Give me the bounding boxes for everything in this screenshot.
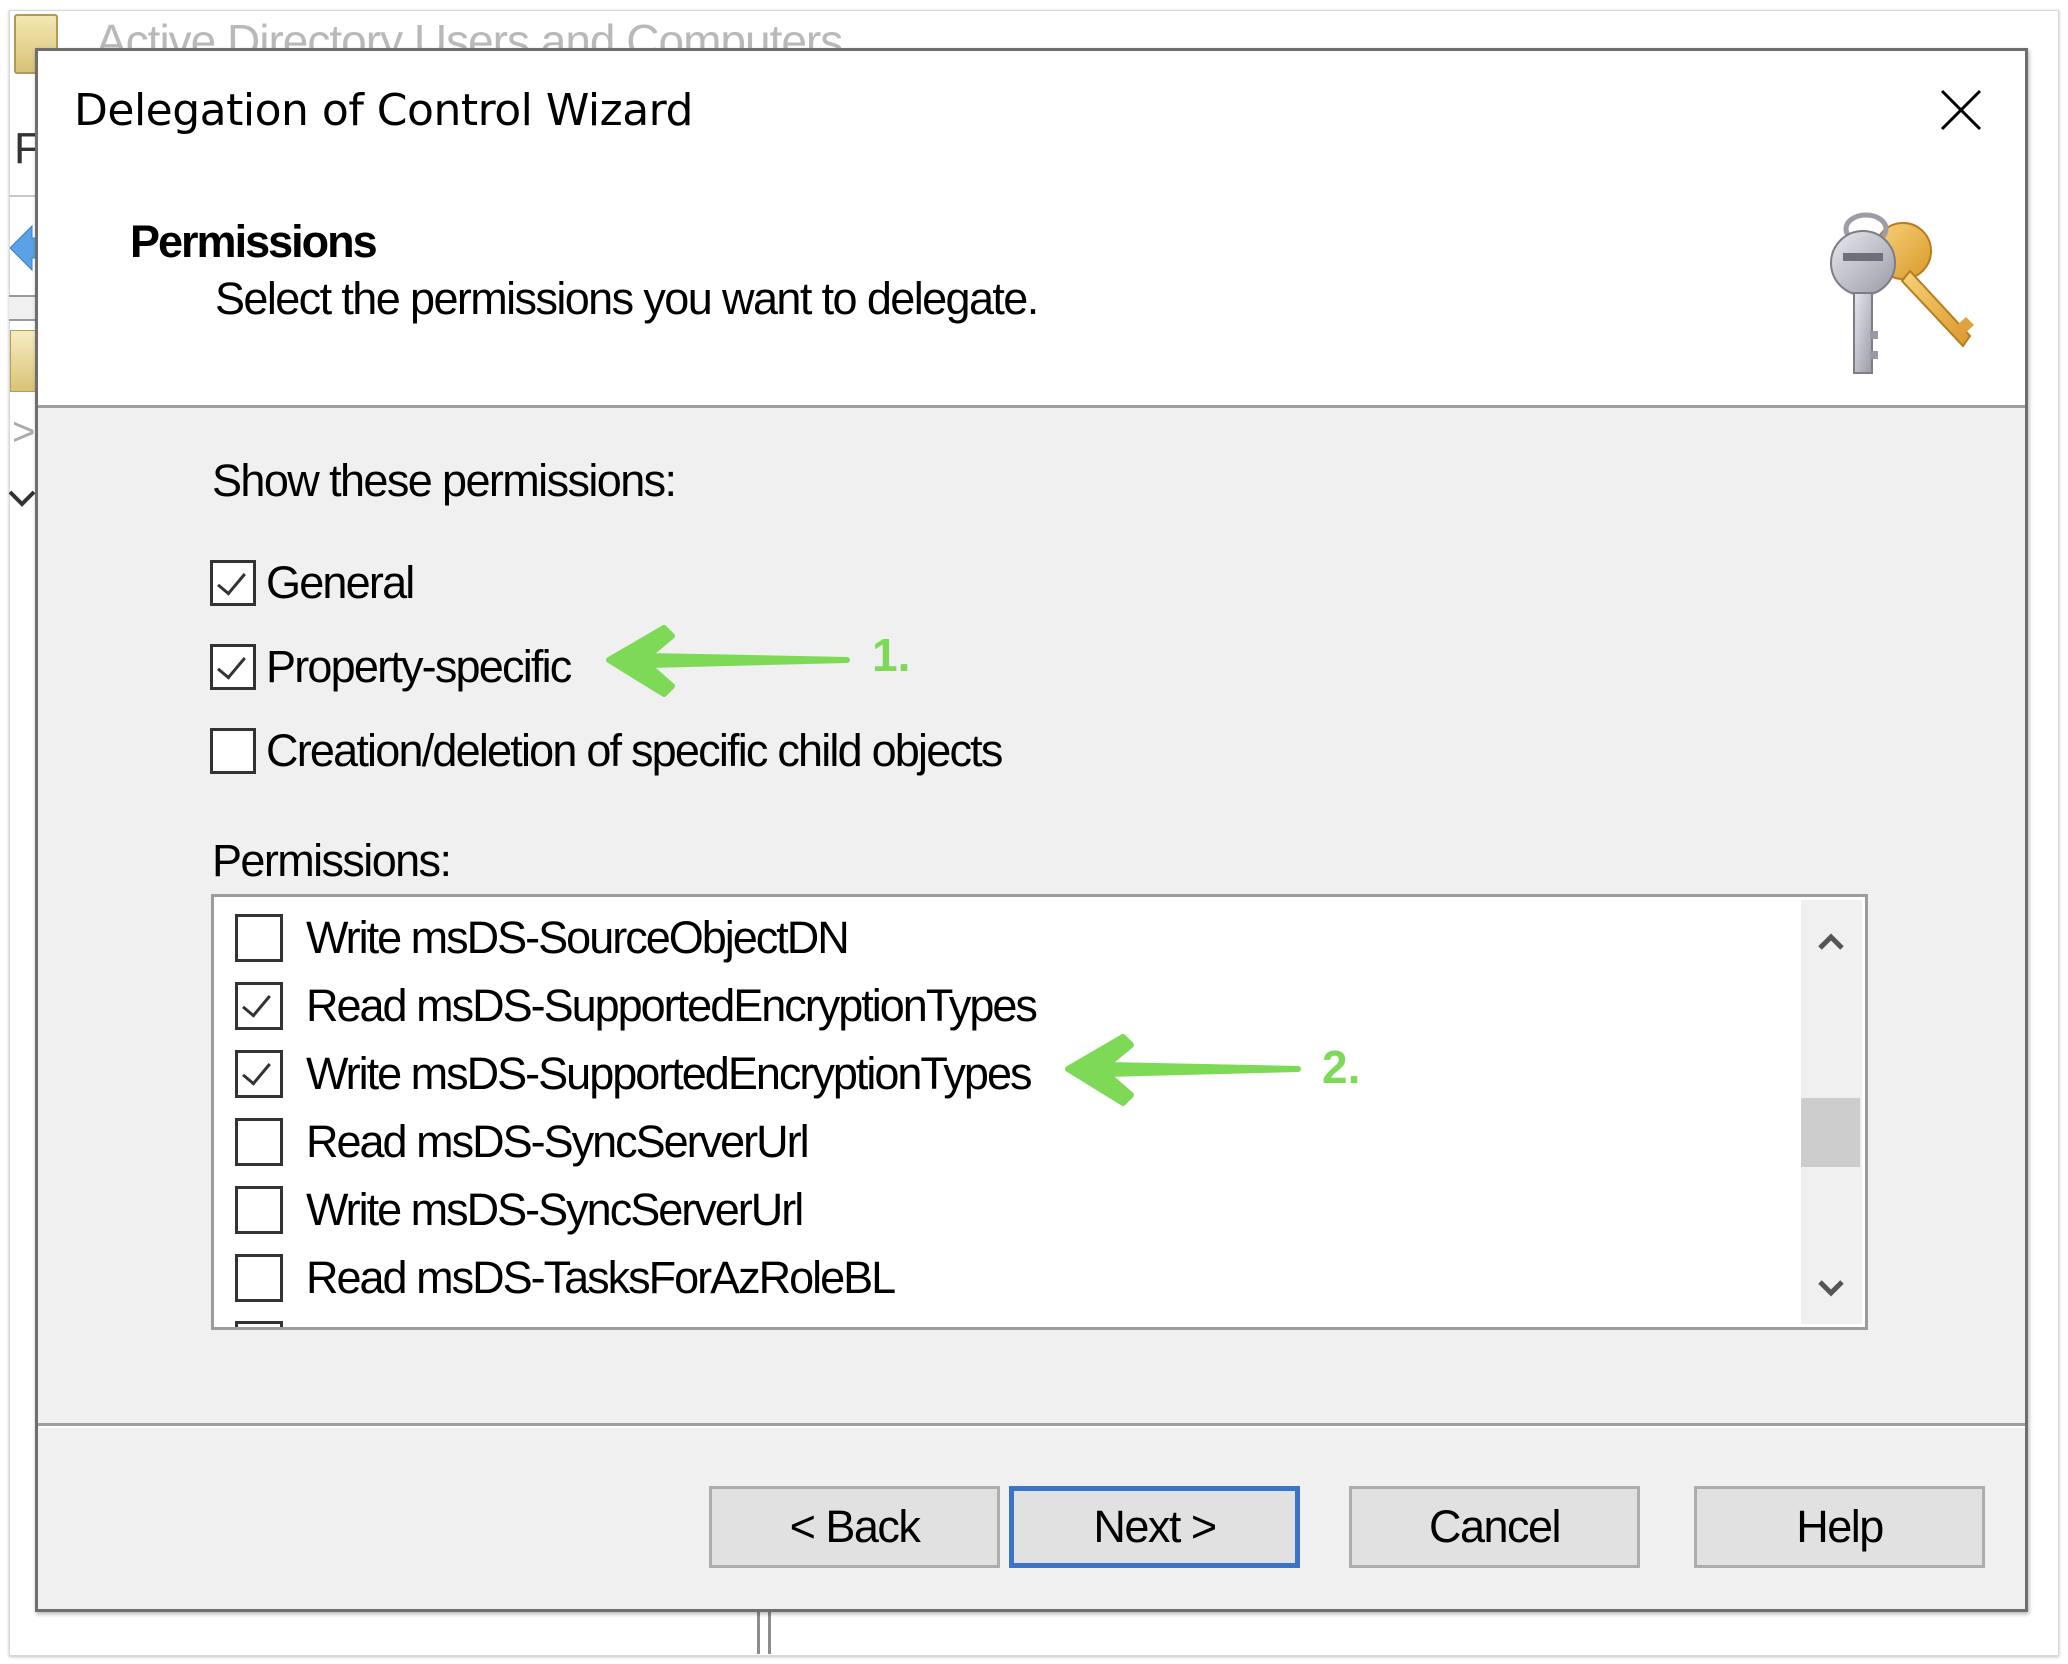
delegation-wizard-dialog: Delegation of Control Wizard Permissions… <box>35 48 2028 1612</box>
general-checkbox-row[interactable]: General <box>210 557 415 609</box>
list-item[interactable]: Write msDS-SupportedEncryptionTypes <box>235 1048 1032 1100</box>
permission-checkbox[interactable] <box>235 982 283 1030</box>
close-button[interactable] <box>1928 77 1994 143</box>
permission-label: Read msDS-TasksForAzRoleBL <box>306 1252 896 1303</box>
scroll-thumb[interactable] <box>1801 1098 1860 1167</box>
property-specific-checkbox[interactable] <box>210 644 256 690</box>
cancel-button[interactable]: Cancel <box>1349 1486 1640 1568</box>
footer-divider <box>38 1423 2025 1428</box>
chevron-down-icon <box>1818 1280 1844 1297</box>
help-button[interactable]: Help <box>1694 1486 1985 1568</box>
dialog-title: Delegation of Control Wizard <box>74 85 693 136</box>
background-pane-splitter[interactable] <box>757 1612 771 1654</box>
list-scrollbar[interactable] <box>1801 900 1862 1324</box>
permission-checkbox[interactable] <box>235 1118 283 1166</box>
permission-label: Read msDS-SyncServerUrl <box>306 1116 810 1167</box>
keys-icon <box>1830 212 1974 374</box>
list-item[interactable]: Read msDS-TasksForAzRoleBL <box>235 1252 896 1304</box>
back-button[interactable]: < Back <box>709 1486 1000 1568</box>
list-item[interactable]: Read msDS-SupportedEncryptionTypes <box>235 980 1038 1032</box>
annotation-arrow-1 <box>606 625 850 697</box>
close-icon <box>1940 89 1982 131</box>
scroll-down-button[interactable] <box>1801 1260 1862 1320</box>
creation-deletion-checkbox[interactable] <box>210 728 256 774</box>
chevron-right-icon[interactable]: > <box>12 410 35 455</box>
permissions-label: Permissions: <box>212 835 452 886</box>
property-specific-label: Property-specific <box>266 641 572 692</box>
annotation-label-2: 2. <box>1322 1041 1361 1093</box>
chevron-down-icon[interactable] <box>8 488 36 510</box>
folder-icon <box>10 330 38 392</box>
next-button[interactable]: Next > <box>1009 1486 1300 1568</box>
annotation-arrow-2 <box>1065 1034 1301 1106</box>
permission-label: Read msDS-SupportedEncryptionTypes <box>306 980 1038 1031</box>
list-item[interactable]: Write msDS-SyncServerUrl <box>235 1184 804 1236</box>
list-item[interactable]: Write msDS-SourceObjectDN <box>235 912 850 964</box>
permission-checkbox[interactable] <box>235 914 283 962</box>
chevron-up-icon <box>1818 933 1844 950</box>
annotation-label-1: 1. <box>872 629 911 681</box>
permission-checkbox[interactable] <box>235 1186 283 1234</box>
permission-checkbox[interactable] <box>235 1050 283 1098</box>
permission-checkbox[interactable] <box>235 1254 283 1302</box>
permission-label: Write msDS-SupportedEncryptionTypes <box>306 1048 1032 1099</box>
page-heading: Permissions <box>130 216 378 267</box>
permission-checkbox[interactable] <box>235 1321 283 1327</box>
permission-label: Write msDS-SourceObjectDN <box>306 912 850 963</box>
general-label: General <box>266 557 415 608</box>
list-item[interactable]: Read msDS-SyncServerUrl <box>235 1116 810 1168</box>
creation-deletion-label: Creation/deletion of specific child obje… <box>266 725 1003 776</box>
creation-deletion-checkbox-row[interactable]: Creation/deletion of specific child obje… <box>210 725 1003 777</box>
property-specific-checkbox-row[interactable]: Property-specific <box>210 641 572 693</box>
permissions-list[interactable]: Write msDS-SourceObjectDN Read msDS-Supp… <box>211 894 1868 1330</box>
back-arrow-icon[interactable] <box>10 222 36 274</box>
general-checkbox[interactable] <box>210 560 256 606</box>
page-subtitle: Select the permissions you want to deleg… <box>215 273 1039 324</box>
show-permissions-label: Show these permissions: <box>212 455 677 506</box>
permission-label: Write msDS-SyncServerUrl <box>306 1184 804 1235</box>
list-item[interactable] <box>235 1319 306 1327</box>
dialog-header: Delegation of Control Wizard Permissions… <box>38 51 2025 408</box>
scroll-up-button[interactable] <box>1801 910 1862 970</box>
